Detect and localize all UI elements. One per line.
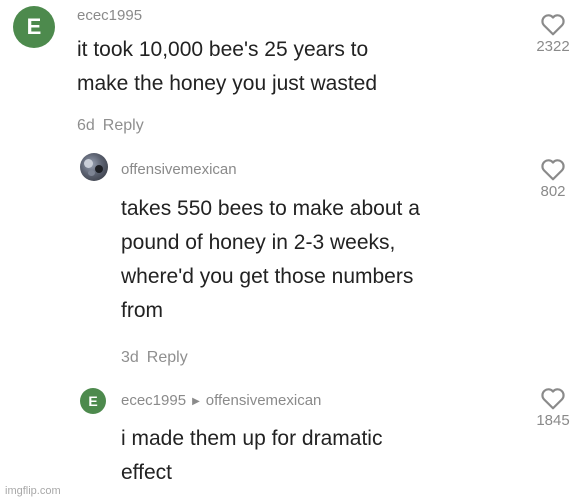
avatar-letter: E [88, 393, 98, 409]
reply-button[interactable]: Reply [147, 349, 188, 366]
reply-header: ecec1995 ▶ offensivemexican [121, 392, 321, 409]
reply-to-username[interactable]: offensivemexican [206, 392, 322, 409]
heart-icon [541, 14, 565, 36]
user-avatar[interactable]: E [13, 6, 55, 48]
comment-username[interactable]: ecec1995 [121, 392, 186, 409]
reply-arrow-icon: ▶ [192, 396, 200, 407]
comment-text: takes 550 bees to make about a pound of … [121, 192, 420, 328]
comment-age: 6d [77, 117, 95, 134]
comment-text-line: make the honey you just wasted [77, 72, 378, 95]
user-avatar[interactable] [80, 153, 108, 181]
comment-thread-item: E ecec1995 it took 10,000 bee's 25 years… [0, 0, 587, 140]
comment-meta: 3d Reply [121, 349, 188, 367]
comment-text-line: it took 10,000 bee's 25 years to [77, 38, 369, 61]
comment-text: i made them up for dramatic effect [121, 422, 382, 490]
like-button[interactable]: 802 [523, 157, 583, 200]
comment-reply-item: offensivemexican takes 550 bees to make … [0, 145, 587, 375]
comment-meta: 6d Reply [77, 117, 144, 135]
user-avatar[interactable]: E [80, 388, 106, 414]
comment-text-line: i made them up for dramatic [121, 427, 383, 450]
comment-text-line: from [121, 299, 163, 322]
watermark: imgflip.com [5, 485, 61, 497]
like-count: 1845 [536, 412, 570, 429]
comment-text-line: effect [121, 461, 172, 484]
like-button[interactable]: 2322 [523, 12, 583, 55]
comment-reply-item: E ecec1995 ▶ offensivemexican i made them … [0, 380, 587, 495]
like-count: 2322 [536, 38, 570, 55]
comment-text: it took 10,000 bee's 25 years to make th… [77, 33, 377, 101]
like-button[interactable]: 1845 [523, 386, 583, 429]
heart-icon [541, 388, 565, 410]
comment-username[interactable]: offensivemexican [121, 161, 237, 178]
comment-text-line: pound of honey in 2-3 weeks, [121, 231, 396, 254]
comment-username[interactable]: ecec1995 [77, 7, 142, 24]
like-count: 802 [540, 183, 566, 200]
comment-text-line: takes 550 bees to make about a [121, 197, 420, 220]
comment-text-line: where'd you get those numbers [121, 265, 414, 288]
avatar-letter: E [26, 14, 42, 39]
heart-icon [541, 159, 565, 181]
reply-button[interactable]: Reply [103, 117, 144, 134]
comment-age: 3d [121, 349, 139, 366]
